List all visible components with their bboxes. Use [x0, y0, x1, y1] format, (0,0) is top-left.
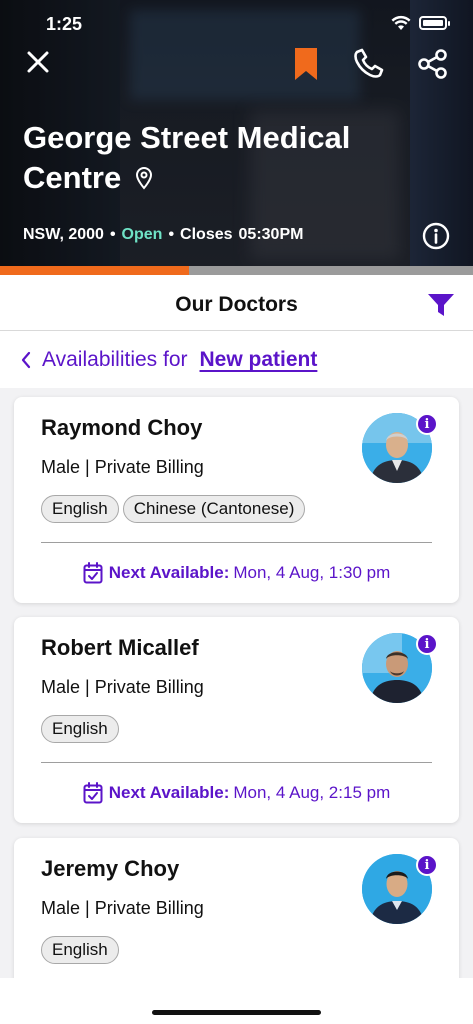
separator-dot: • [168, 226, 175, 243]
doctor-card[interactable]: Raymond Choy Male | Private Billing Engl… [14, 397, 459, 603]
clinic-info-row: NSW, 2000 • Open • Closes 05:30PM [23, 226, 303, 244]
close-icon [27, 51, 49, 73]
language-tags: English Chinese (Cantonese) [41, 495, 306, 523]
language-tag: English [41, 495, 119, 523]
status-bar: 1:25 [0, 0, 473, 50]
battery-icon [419, 16, 450, 30]
next-available-label: Next Available: [108, 783, 230, 802]
language-tags: English [41, 936, 119, 964]
open-status: Open [121, 226, 163, 243]
language-tag: English [41, 715, 119, 743]
call-button[interactable] [352, 46, 386, 80]
doctor-meta: Male | Private Billing [41, 677, 204, 697]
bookmark-button[interactable] [290, 46, 322, 82]
filter-button[interactable] [426, 291, 456, 319]
doctor-name: Raymond Choy [41, 415, 203, 440]
doctor-info-icon[interactable]: i [416, 413, 438, 435]
calendar-check-icon [83, 782, 103, 804]
doctor-meta: Male | Private Billing [41, 898, 204, 918]
progress-bar [0, 266, 473, 275]
doctor-list: Raymond Choy Male | Private Billing Engl… [0, 388, 473, 978]
doctor-name: Jeremy Choy [41, 856, 180, 881]
language-tag: English [41, 936, 119, 964]
filter-icon [428, 294, 454, 316]
chevron-left-icon[interactable] [20, 351, 32, 369]
language-tag: Chinese (Cantonese) [122, 495, 306, 523]
share-button[interactable] [416, 47, 450, 81]
status-time: 1:25 [46, 14, 83, 34]
wifi-icon [391, 15, 411, 30]
clinic-location: NSW, 2000 [23, 226, 104, 243]
location-pin-icon[interactable] [134, 160, 154, 200]
next-available[interactable]: Next Available: Mon, 4 Aug, 2:15 pm [14, 782, 459, 804]
next-available-value: Mon, 4 Aug, 1:30 pm [233, 563, 391, 582]
phone-icon [354, 48, 384, 78]
closes-label: Closes [180, 226, 233, 243]
doctor-info-icon[interactable]: i [416, 854, 438, 876]
availability-label: Availabilities for [42, 348, 188, 371]
close-button[interactable] [22, 46, 54, 78]
doctor-meta: Male | Private Billing [41, 457, 204, 477]
clinic-name: George Street Medical Centre [23, 120, 351, 195]
next-available-label: Next Available: [108, 563, 230, 582]
progress-fill [0, 266, 190, 275]
next-available-value: Mon, 4 Aug, 2:15 pm [233, 783, 391, 802]
clinic-title: George Street Medical Centre [23, 118, 423, 200]
next-available[interactable]: Next Available: Mon, 4 Aug, 1:30 pm [14, 562, 459, 584]
bottom-area [0, 978, 473, 1024]
doctors-header: Our Doctors [0, 275, 473, 331]
doctor-card[interactable]: Jeremy Choy Male | Private Billing Engli… [14, 838, 459, 978]
info-icon [422, 222, 450, 250]
separator-dot: • [109, 226, 116, 243]
divider [41, 542, 432, 543]
clinic-info-button[interactable] [420, 220, 452, 252]
page-title: Our Doctors [175, 293, 298, 316]
bookmark-icon [295, 48, 317, 80]
closes-time: 05:30PM [238, 226, 304, 243]
doctor-card[interactable]: Robert Micallef Male | Private Billing E… [14, 617, 459, 823]
calendar-check-icon [83, 562, 103, 584]
doctor-info-icon[interactable]: i [416, 633, 438, 655]
availability-row: Availabilities for New patient [20, 348, 317, 372]
home-indicator[interactable] [152, 1010, 321, 1015]
language-tags: English [41, 715, 119, 743]
divider [41, 762, 432, 763]
doctor-name: Robert Micallef [41, 635, 199, 660]
share-icon [418, 49, 447, 79]
patient-type-link[interactable]: New patient [200, 348, 318, 372]
